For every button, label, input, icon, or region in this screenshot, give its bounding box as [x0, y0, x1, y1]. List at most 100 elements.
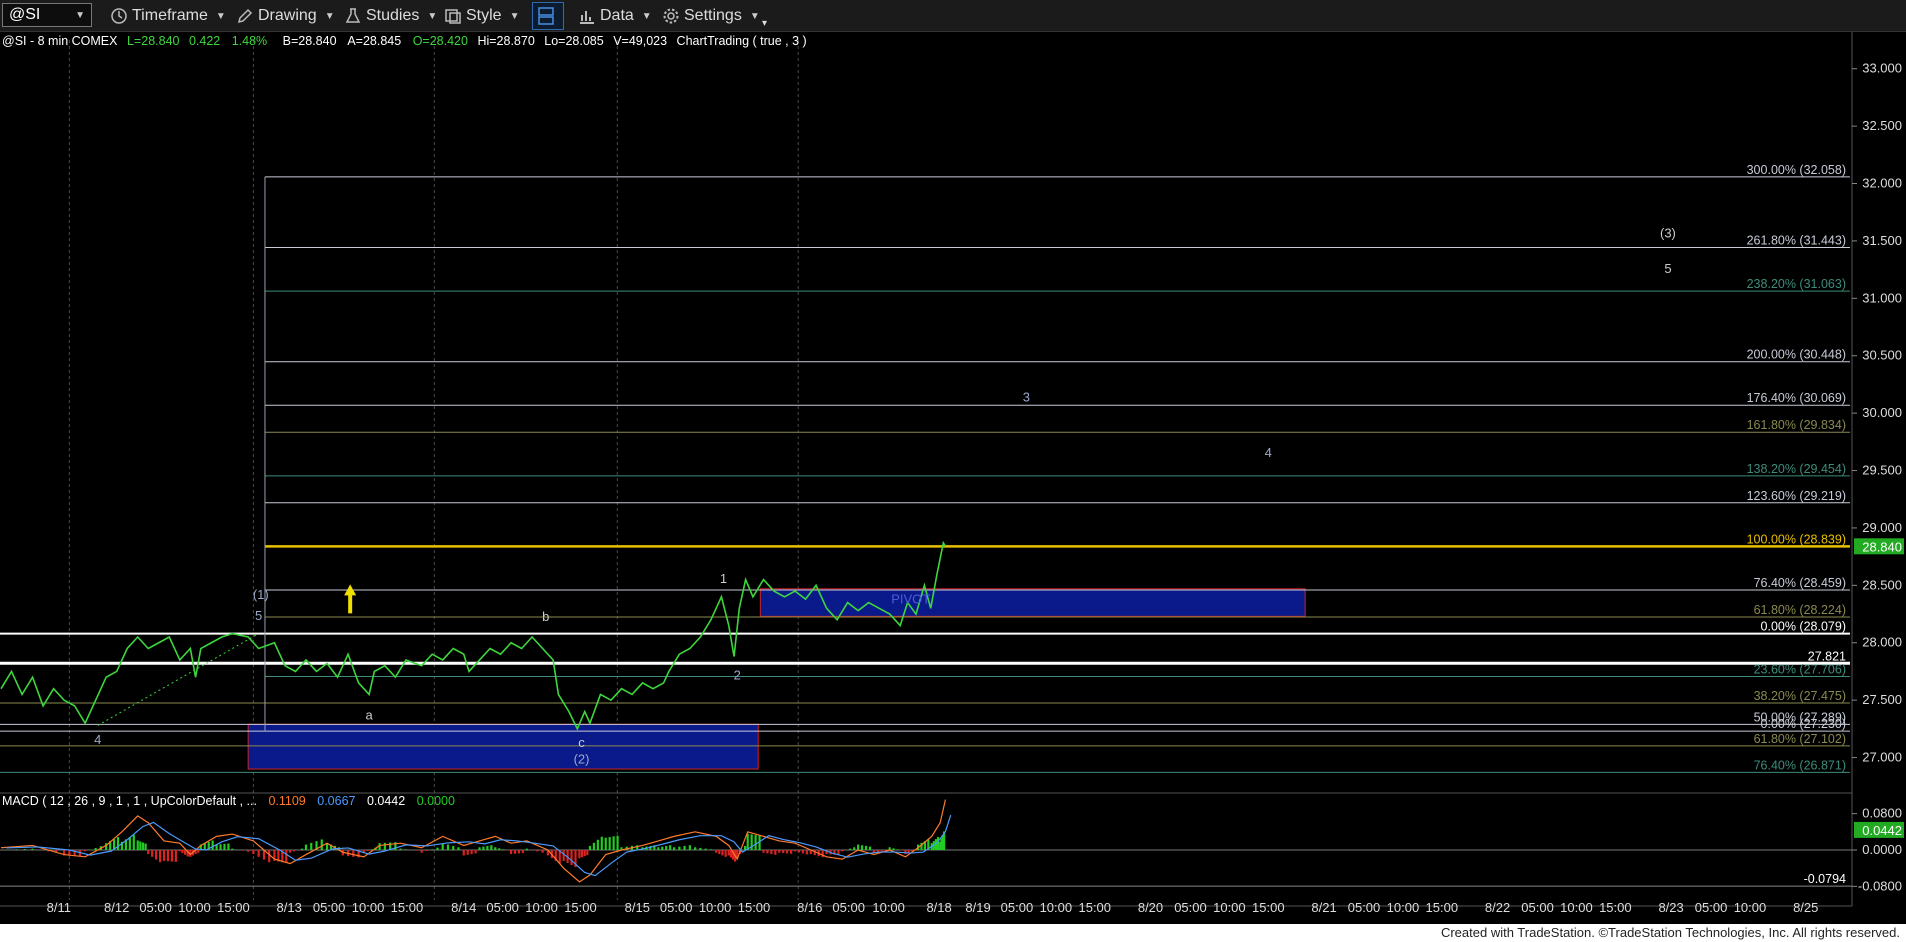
- macd-min-label: -0.0794: [1804, 872, 1846, 886]
- pencil-icon: [237, 8, 253, 24]
- bid-value: B=28.840: [283, 34, 337, 48]
- wave-label: (2): [574, 751, 590, 766]
- wave-label: (3): [1660, 225, 1676, 240]
- time-tick-label: 15:00: [564, 900, 597, 915]
- fib-level-label: 200.00% (30.448): [1747, 348, 1846, 362]
- chevron-down-icon: ▼: [324, 10, 335, 22]
- time-tick-label: 8/22: [1485, 900, 1510, 915]
- fib-level-label: 176.40% (30.069): [1747, 391, 1846, 405]
- fib-level-label: 61.80% (28.224): [1754, 603, 1846, 617]
- chevron-down-icon: ▼: [749, 10, 760, 22]
- symbol-input[interactable]: @SI ▼: [2, 3, 92, 27]
- price-tick-label: 32.500: [1862, 118, 1902, 133]
- time-tick-label: 10:00: [352, 900, 385, 915]
- time-tick-label: 15:00: [217, 900, 250, 915]
- wave-label: 5: [255, 608, 262, 623]
- fib-level-label: 138.20% (29.454): [1747, 462, 1846, 476]
- price-tick-label: 28.500: [1862, 577, 1902, 592]
- window-layout-button[interactable]: [532, 2, 564, 30]
- time-tick-label: 05:00: [660, 900, 693, 915]
- macd-value-badge-label: 0.0442: [1862, 823, 1902, 838]
- time-tick-label: 05:00: [139, 900, 172, 915]
- time-tick-label: 05:00: [486, 900, 519, 915]
- time-tick-label: 05:00: [832, 900, 865, 915]
- symbol-text: @SI: [9, 6, 41, 23]
- price-tick-label: 28.000: [1862, 635, 1902, 650]
- macd-value-3: 0.0442: [367, 794, 405, 808]
- studies-label: Studies: [366, 7, 420, 24]
- style-button[interactable]: Style ▼: [444, 5, 519, 27]
- time-tick-label: 8/25: [1793, 900, 1818, 915]
- time-tick-label: 8/18: [926, 900, 951, 915]
- fib-level-label: 27.821: [1808, 649, 1846, 663]
- time-tick-label: 8/13: [277, 900, 302, 915]
- wave-label: 3: [1023, 390, 1030, 405]
- settings-label: Settings: [684, 7, 742, 24]
- low-value: Lo=28.085: [544, 34, 603, 48]
- time-tick-label: 8/16: [797, 900, 822, 915]
- ask-value: A=28.845: [347, 34, 401, 48]
- fib-level-label: 100.00% (28.839): [1747, 532, 1846, 546]
- fib-level-label: 38.20% (27.475): [1754, 689, 1846, 703]
- macd-label: MACD ( 12 , 26 , 9 , 1 , 1 , UpColorDefa…: [2, 794, 257, 808]
- chevron-down-icon: ▼: [509, 10, 520, 22]
- time-tick-label: 10:00: [178, 900, 211, 915]
- fib-level-label: 61.80% (27.102): [1754, 732, 1846, 746]
- data-label: Data: [600, 7, 634, 24]
- high-value: Hi=28.870: [477, 34, 534, 48]
- wave-label: 2: [734, 667, 741, 682]
- time-tick-label: 8/21: [1311, 900, 1336, 915]
- price-tick-label: 31.500: [1862, 233, 1902, 248]
- time-tick-label: 10:00: [1560, 900, 1593, 915]
- time-tick-label: 05:00: [1174, 900, 1207, 915]
- timeframe-label: Timeframe: [132, 7, 208, 24]
- time-tick-label: 15:00: [738, 900, 771, 915]
- time-tick-label: 15:00: [391, 900, 424, 915]
- time-tick-label: 8/12: [104, 900, 129, 915]
- time-tick-label: 15:00: [1599, 900, 1632, 915]
- drawing-label: Drawing: [258, 7, 317, 24]
- macd-tick-label: -0.0800: [1858, 878, 1902, 893]
- chevron-down-icon: ▼: [641, 10, 652, 22]
- fib-level-label: 23.60% (27.706): [1754, 663, 1846, 677]
- drawing-button[interactable]: Drawing ▼: [236, 5, 335, 27]
- price-tick-label: 27.000: [1862, 750, 1902, 765]
- wave-label: a: [365, 708, 373, 723]
- time-tick-label: 8/19: [965, 900, 990, 915]
- price-tick-label: 30.500: [1862, 348, 1902, 363]
- macd-tick-label: 0.0800: [1862, 806, 1902, 821]
- fib-level-label: 300.00% (32.058): [1747, 163, 1846, 177]
- studies-button[interactable]: Studies ▼: [344, 5, 437, 27]
- price-tick-label: 29.500: [1862, 463, 1902, 478]
- series-name: @SI - 8 min COMEX: [2, 34, 118, 48]
- price-chart[interactable]: 300.00% (32.058)261.80% (31.443)238.20% …: [0, 0, 1906, 924]
- time-tick-label: 10:00: [1213, 900, 1246, 915]
- open-value: O=28.420: [413, 34, 468, 48]
- fib-level-label: 123.60% (29.219): [1747, 489, 1846, 503]
- settings-button[interactable]: Settings ▼: [662, 5, 760, 27]
- price-tick-label: 32.000: [1862, 176, 1902, 191]
- wave-label: 4: [94, 732, 101, 747]
- time-tick-label: 10:00: [525, 900, 558, 915]
- fib-level-label: 0.00% (27.230): [1761, 717, 1846, 731]
- fib-level-label: 238.20% (31.063): [1747, 277, 1846, 291]
- flask-icon: [345, 8, 361, 23]
- toolbar-overflow-caret[interactable]: ▾: [762, 12, 767, 34]
- time-tick-label: 15:00: [1426, 900, 1459, 915]
- fib-level-label: 76.40% (28.459): [1754, 576, 1846, 590]
- macd-value-1: 0.1109: [268, 794, 305, 808]
- bar-chart-icon: [580, 11, 594, 24]
- timeframe-button[interactable]: Timeframe ▼: [110, 5, 226, 27]
- time-tick-label: 05:00: [1695, 900, 1728, 915]
- data-button[interactable]: Data ▼: [578, 5, 652, 27]
- time-tick-label: 10:00: [872, 900, 905, 915]
- time-tick-label: 8/20: [1138, 900, 1163, 915]
- time-tick-label: 10:00: [1387, 900, 1420, 915]
- last-value: L=28.840: [127, 34, 180, 48]
- chevron-down-icon: ▼: [215, 10, 226, 22]
- macd-value-2: 0.0667: [317, 794, 355, 808]
- price-tick-label: 30.000: [1862, 405, 1902, 420]
- wave-label: 1: [720, 571, 727, 586]
- time-tick-label: 8/15: [625, 900, 650, 915]
- fib-level-label: 76.40% (26.871): [1754, 758, 1846, 772]
